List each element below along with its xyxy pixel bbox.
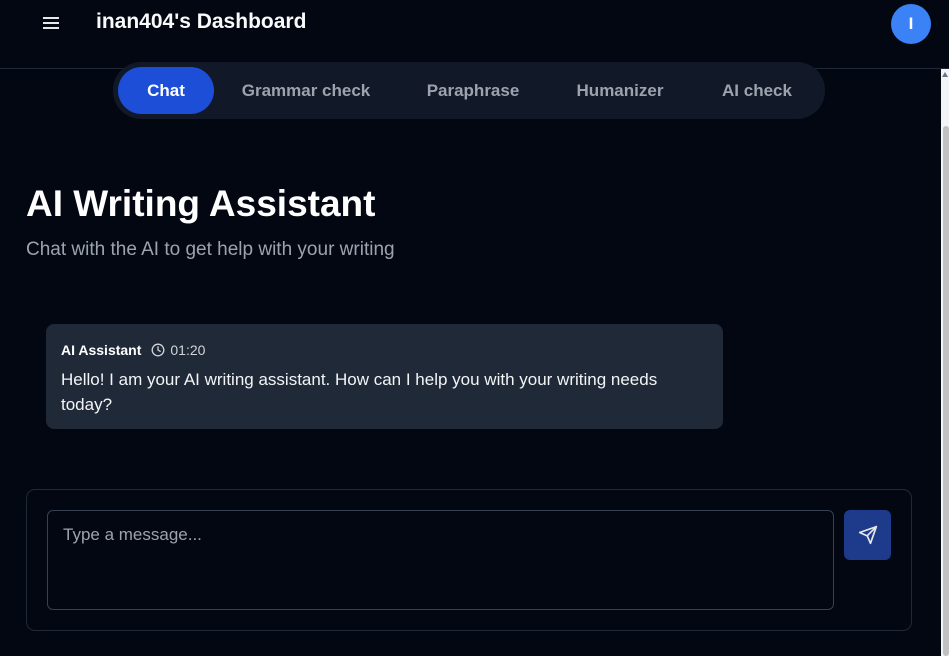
message-input[interactable] [47, 510, 834, 610]
page-title: AI Writing Assistant [26, 183, 376, 224]
tab-chat[interactable]: Chat [118, 67, 214, 114]
dashboard-title: inan404's Dashboard [96, 10, 307, 33]
user-avatar[interactable]: I [891, 4, 931, 44]
assistant-message: AI Assistant 01:20 Hello! I am your AI w… [46, 324, 723, 429]
tab-bar: Chat Grammar check Paraphrase Humanizer … [113, 62, 825, 119]
page-subtitle: Chat with the AI to get help with your w… [26, 239, 395, 260]
send-icon [858, 525, 877, 545]
page: inan404's Dashboard I Chat Grammar check… [0, 0, 949, 656]
message-sender: AI Assistant [61, 342, 142, 358]
tab-ai-check[interactable]: AI check [703, 67, 811, 114]
send-button[interactable] [844, 510, 891, 560]
tab-grammar-check[interactable]: Grammar check [225, 67, 387, 114]
tab-humanizer[interactable]: Humanizer [561, 67, 679, 114]
menu-button[interactable] [36, 8, 66, 38]
message-time: 01:20 [170, 342, 206, 358]
message-text: Hello! I am your AI writing assistant. H… [61, 370, 658, 414]
chevron-up-icon [942, 71, 948, 77]
hamburger-menu-icon [43, 17, 59, 29]
tab-paraphrase[interactable]: Paraphrase [403, 67, 543, 114]
message-meta: AI Assistant 01:20 [61, 341, 708, 359]
clock-icon [151, 343, 165, 357]
top-bar: inan404's Dashboard I [0, 0, 949, 69]
scrollbar-thumb[interactable] [943, 126, 949, 656]
message-composer [26, 489, 912, 631]
scroll-up-arrow[interactable] [941, 69, 949, 79]
